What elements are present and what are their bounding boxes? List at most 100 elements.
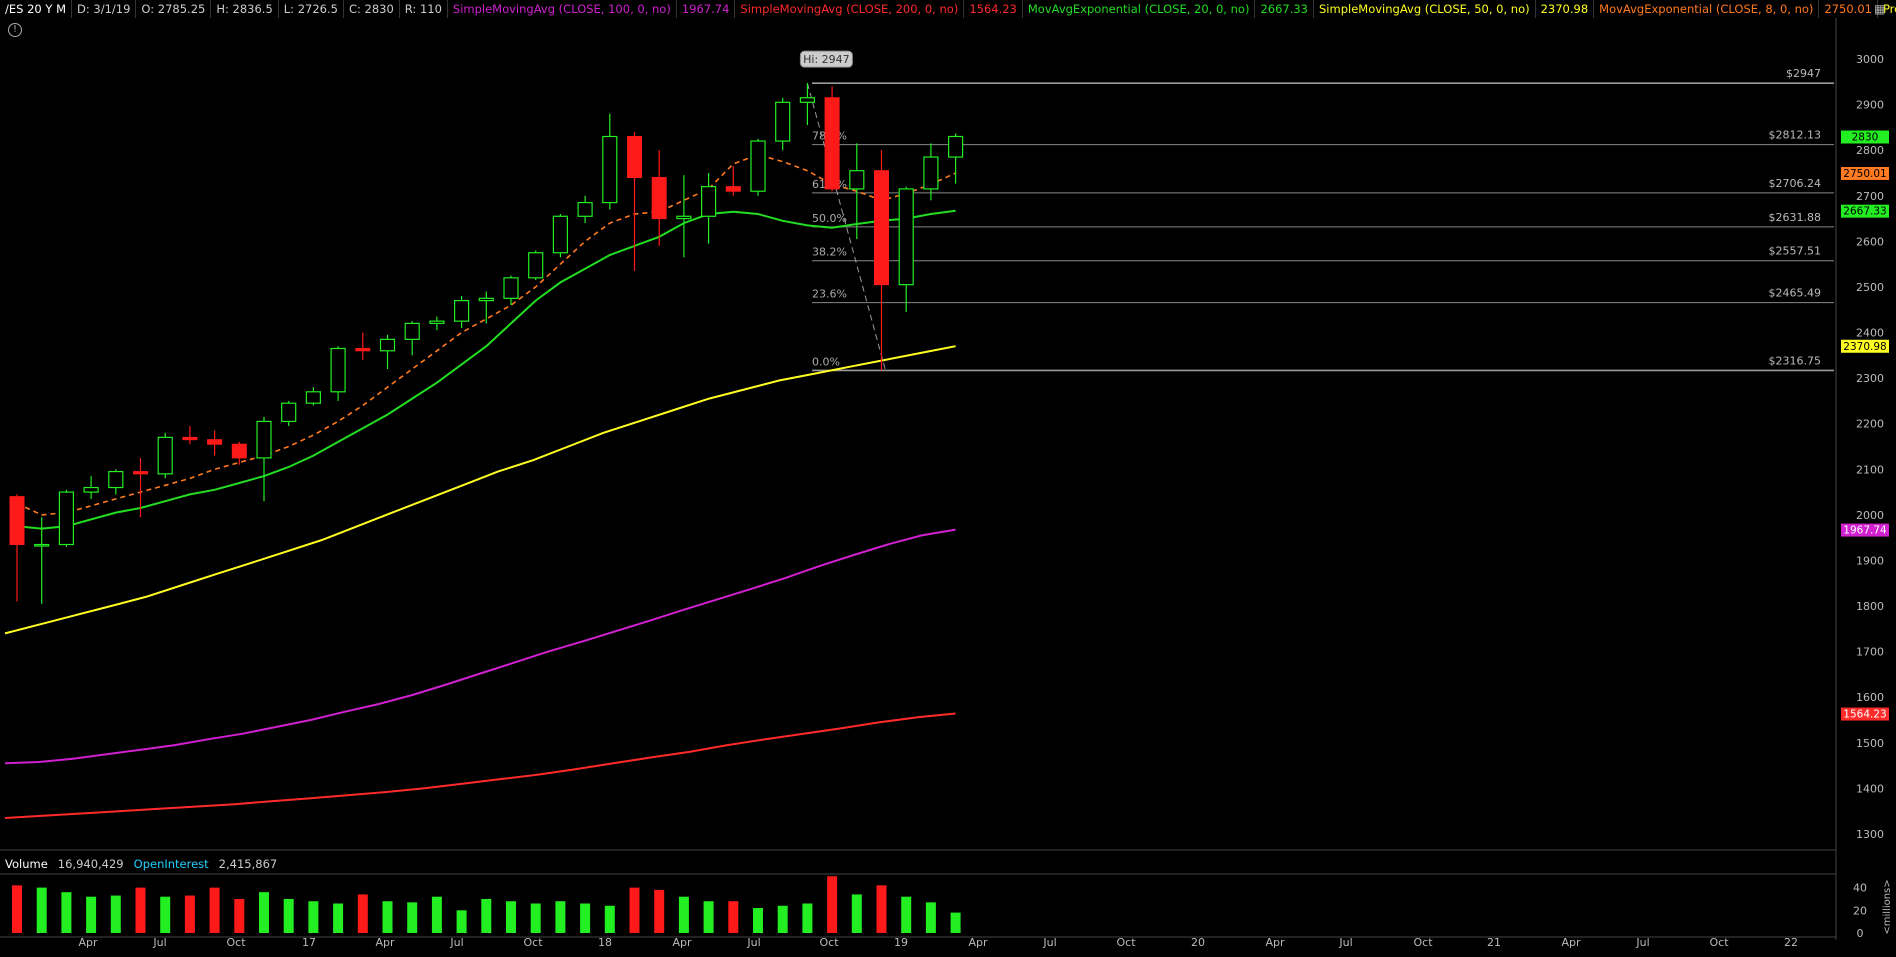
symbol-label[interactable]: /ES 20 Y M xyxy=(0,0,72,18)
candle-body xyxy=(207,439,223,445)
moving-average-line xyxy=(4,712,956,819)
study-label[interactable]: SimpleMovingAvg (CLOSE, 50, 0, no) xyxy=(1314,0,1536,18)
volume-bar xyxy=(654,889,665,933)
chart-settings-icon[interactable]: ▦ xyxy=(1874,2,1888,16)
x-tick-label: Jul xyxy=(152,936,166,949)
volume-header: Volume 16,940,429 OpenInterest 2,415,867 xyxy=(0,856,282,872)
price-tag-label: 2667.33 xyxy=(1843,206,1886,218)
candle-body xyxy=(478,297,494,302)
y-tick-label: 2300 xyxy=(1856,372,1884,385)
candle-body xyxy=(281,402,297,423)
study-label[interactable]: MovAvgExponential (CLOSE, 20, 0, no) xyxy=(1023,0,1256,18)
chart-header: /ES 20 Y M D: 3/1/19 O: 2785.25 H: 2836.5 L:… xyxy=(0,0,1896,18)
candle-body xyxy=(799,97,816,103)
x-tick-label: 21 xyxy=(1487,936,1501,949)
y-tick-label: 1700 xyxy=(1856,646,1884,659)
price-tag-label: 2830 xyxy=(1852,132,1879,144)
candle-body xyxy=(231,443,247,459)
fib-price-label: $2316.75 xyxy=(1769,354,1822,367)
fib-percent-label: 23.6% xyxy=(812,288,847,301)
study-value: 1564.23 xyxy=(964,0,1023,18)
x-tick-label: Jul xyxy=(1338,936,1352,949)
volume-tick-label: 20 xyxy=(1853,904,1867,917)
range-label: R: 110 xyxy=(400,0,448,18)
y-tick-label: 2700 xyxy=(1856,190,1884,203)
price-chart[interactable]: 3000290028002700260025002400230022002100… xyxy=(0,18,1896,957)
volume-bar xyxy=(160,896,171,933)
candle-body xyxy=(157,436,173,475)
x-tick-label: Jul xyxy=(1635,936,1649,949)
candle-body xyxy=(528,252,544,279)
y-tick-label: 1500 xyxy=(1856,737,1884,750)
y-tick-label: 2200 xyxy=(1856,418,1884,431)
volume-tick-label: 40 xyxy=(1853,882,1867,895)
fib-percent-label: 38.2% xyxy=(812,246,847,259)
x-tick-label: Apr xyxy=(672,936,692,949)
y-tick-label: 1400 xyxy=(1856,782,1884,795)
volume-unit-label: <millions> xyxy=(1882,879,1893,934)
y-tick-label: 2400 xyxy=(1856,327,1884,340)
volume-bar xyxy=(678,896,689,933)
x-tick-label: 22 xyxy=(1784,936,1798,949)
x-tick-label: Apr xyxy=(78,936,98,949)
volume-bar xyxy=(827,876,838,933)
x-tick-label: Oct xyxy=(1413,936,1433,949)
x-tick-label: Apr xyxy=(1561,936,1581,949)
volume-bar xyxy=(851,894,862,933)
price-tag-label: 1564.23 xyxy=(1843,709,1886,721)
volume-label: Volume xyxy=(5,857,48,871)
study-value: 2370.98 xyxy=(1536,0,1595,18)
x-tick-label: Jul xyxy=(1042,936,1056,949)
candle-body xyxy=(83,486,99,493)
volume-bar xyxy=(308,901,319,933)
volume-bar xyxy=(555,901,566,933)
candle-body xyxy=(651,177,667,220)
fib-price-label: $2706.24 xyxy=(1769,177,1822,190)
candle-body xyxy=(552,215,569,254)
x-tick-label: Oct xyxy=(523,936,543,949)
fib-percent-label: 50.0% xyxy=(812,212,847,225)
candle-body xyxy=(58,491,75,546)
y-tick-label: 2000 xyxy=(1856,509,1884,522)
candle-body xyxy=(256,420,272,459)
volume-bar xyxy=(184,895,195,933)
study-label[interactable]: MovAvgExponential (CLOSE, 8, 0, no) xyxy=(1594,0,1820,18)
volume-bar xyxy=(456,910,467,933)
candle-body xyxy=(330,347,346,393)
hi-annotation-label: Hi: 2947 xyxy=(803,53,850,66)
study-list: SimpleMovingAvg (CLOSE, 100, 0, no) 1967.… xyxy=(448,0,1896,18)
study-value: 2750.01 xyxy=(1819,0,1878,18)
study-label[interactable]: SimpleMovingAvg (CLOSE, 200, 0, no) xyxy=(735,0,965,18)
volume-bar xyxy=(604,905,615,933)
fib-price-label: $2947 xyxy=(1786,67,1821,80)
candle-body xyxy=(602,135,618,204)
volume-bar xyxy=(259,892,269,933)
y-tick-label: 3000 xyxy=(1856,53,1884,66)
candle-body xyxy=(133,471,148,475)
candle-body xyxy=(305,391,321,404)
y-tick-label: 2500 xyxy=(1856,281,1884,294)
price-tag-label: 1967.74 xyxy=(1843,525,1887,537)
volume-bar xyxy=(530,903,541,933)
x-tick-label: Oct xyxy=(819,936,839,949)
volume-bar xyxy=(36,887,47,933)
x-tick-label: Apr xyxy=(1265,936,1285,949)
candle-body xyxy=(923,156,939,190)
x-tick-label: 20 xyxy=(1191,936,1205,949)
volume-bar xyxy=(901,896,912,933)
fib-price-label: $2631.88 xyxy=(1769,211,1822,224)
open-interest-value: 2,415,867 xyxy=(218,857,278,871)
candle-body xyxy=(700,186,717,217)
candle-body xyxy=(676,215,692,220)
volume-bar xyxy=(753,908,763,933)
volume-bar xyxy=(283,898,294,933)
y-tick-label: 1900 xyxy=(1856,554,1884,567)
volume-bar xyxy=(925,902,936,933)
candle-body xyxy=(182,436,198,441)
study-value: 2667.33 xyxy=(1255,0,1314,18)
volume-bar xyxy=(407,902,418,933)
study-label[interactable]: SimpleMovingAvg (CLOSE, 100, 0, no) xyxy=(448,0,677,18)
candle-body xyxy=(379,338,396,352)
price-tag-label: 2750.01 xyxy=(1843,168,1886,180)
high-label: H: 2836.5 xyxy=(211,0,279,18)
